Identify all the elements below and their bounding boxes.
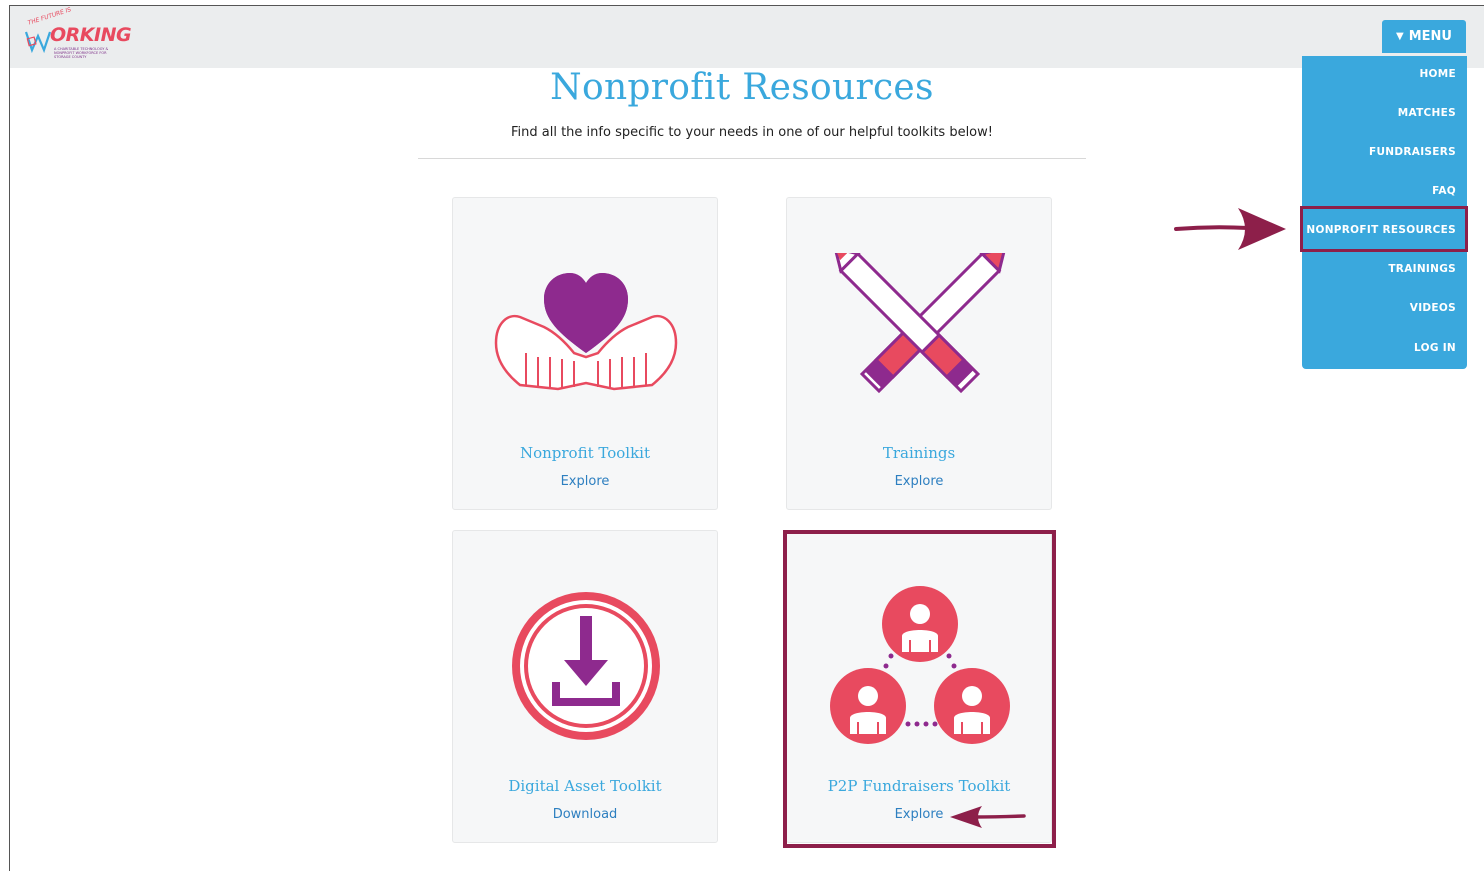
- card-download-link[interactable]: Download: [453, 807, 717, 822]
- annotation-arrow-icon: [1174, 208, 1286, 250]
- card-title: Digital Asset Toolkit: [508, 777, 662, 795]
- heart-hands-icon: [494, 273, 678, 391]
- menu-button-label: MENU: [1408, 29, 1452, 44]
- card-title: Nonprofit Toolkit: [519, 444, 651, 462]
- divider: [418, 158, 1086, 159]
- menu-item-fundraisers[interactable]: FUNDRAISERS: [1369, 146, 1456, 158]
- annotation-highlight-box-menu: [1300, 206, 1468, 252]
- menu-item-faq[interactable]: FAQ: [1432, 185, 1456, 197]
- page-title: Nonprofit Resources: [550, 67, 934, 108]
- menu-item-videos[interactable]: VIDEOS: [1410, 302, 1456, 314]
- logo-subline: A CHARITABLE TECHNOLOGY & NONPROFIT WORK…: [54, 47, 109, 59]
- annotation-arrow-icon: [950, 806, 1026, 828]
- menu-button[interactable]: ▼ MENU: [1382, 20, 1466, 53]
- caret-down-icon: ▼: [1396, 31, 1404, 42]
- card-explore-link[interactable]: Explore: [453, 474, 717, 489]
- card-nonprofit-toolkit[interactable]: Nonprofit Toolkit Explore: [452, 197, 718, 510]
- site-header: THE FUTURE IS ORKING A CHARITABLE TECHNO…: [10, 6, 1484, 68]
- crossed-pencils-icon: [833, 253, 1007, 394]
- download-icon: [512, 592, 660, 740]
- menu-item-matches[interactable]: MATCHES: [1398, 107, 1456, 119]
- page-subtitle: Find all the info specific to your needs…: [511, 125, 993, 140]
- annotation-highlight-box-card: [783, 530, 1056, 848]
- card-explore-link[interactable]: Explore: [787, 474, 1051, 489]
- logo-w-mark: [24, 31, 52, 54]
- logo-wordmark: ORKING: [50, 24, 132, 46]
- menu-item-trainings[interactable]: TRAININGS: [1388, 263, 1456, 275]
- site-logo[interactable]: THE FUTURE IS ORKING A CHARITABLE TECHNO…: [24, 6, 136, 62]
- card-trainings[interactable]: Trainings Explore: [786, 197, 1052, 510]
- menu-item-log-in[interactable]: LOG IN: [1414, 342, 1456, 354]
- card-digital-asset-toolkit[interactable]: Digital Asset Toolkit Download: [452, 530, 718, 843]
- card-title: Trainings: [882, 444, 956, 462]
